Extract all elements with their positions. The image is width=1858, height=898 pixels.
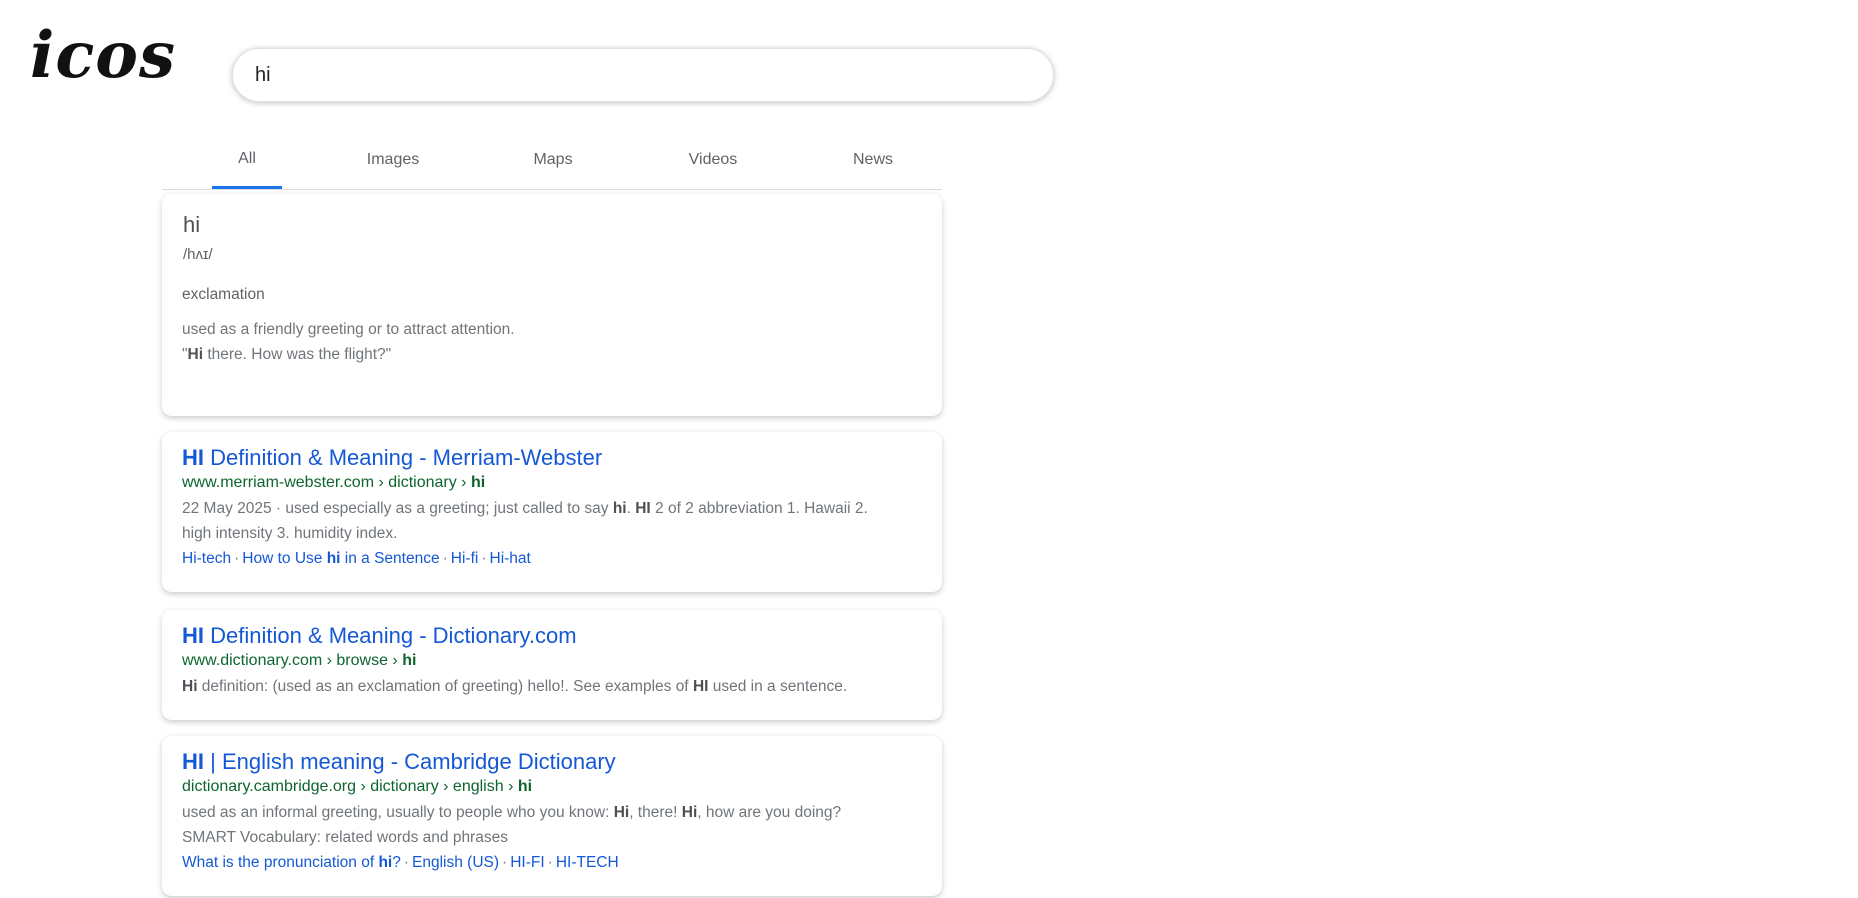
dictionary-phonetic: /hʌɪ/	[183, 246, 213, 263]
dictionary-example: "Hi there. How was the flight?"	[182, 346, 392, 363]
result-title-link[interactable]: HI Definition & Meaning - Dictionary.com	[182, 622, 922, 650]
dictionary-part-of-speech: exclamation	[182, 286, 265, 303]
site-logo[interactable]: icos	[30, 16, 176, 96]
search-bar[interactable]	[232, 48, 1054, 102]
sitelink[interactable]: English (US)	[412, 854, 499, 871]
search-tabs: All Images Maps Videos News	[162, 140, 942, 190]
sitelink[interactable]: Hi-tech	[182, 550, 231, 567]
result-sitelinks: Hi-tech · How to Use hi in a Sentence · Hi-f…	[182, 550, 531, 567]
result-url[interactable]: www.merriam-webster.com › dictionary › h…	[182, 472, 922, 494]
sitelink[interactable]: What is the pronunciation of hi?	[182, 854, 401, 871]
result-url[interactable]: dictionary.cambridge.org › dictionary › …	[182, 776, 922, 798]
tab-images[interactable]: Images	[358, 140, 428, 189]
result-snippet: 22 May 2025 · used especially as a greet…	[182, 500, 868, 542]
result-snippet: used as an informal greeting, usually to…	[182, 804, 842, 846]
sitelink[interactable]: HI-TECH	[556, 854, 619, 871]
result-snippet: Hi definition: (used as an exclamation o…	[182, 678, 848, 695]
sitelink[interactable]: How to Use hi in a Sentence	[242, 550, 439, 567]
sitelink[interactable]: HI-FI	[510, 854, 544, 871]
dictionary-card: hi /hʌɪ/ exclamation used as a friendly …	[162, 194, 942, 416]
search-result: HI Definition & Meaning - Merriam-Webste…	[162, 432, 942, 592]
result-title-link[interactable]: HI Definition & Meaning - Merriam-Webste…	[182, 444, 922, 472]
sitelink[interactable]: Hi-fi	[451, 550, 479, 567]
dictionary-definition: used as a friendly greeting or to attrac…	[182, 321, 515, 338]
result-sitelinks: What is the pronunciation of hi? · English…	[182, 854, 619, 871]
result-title-link[interactable]: HI | English meaning - Cambridge Diction…	[182, 748, 922, 776]
tab-all[interactable]: All	[212, 140, 282, 189]
tab-videos[interactable]: Videos	[680, 140, 746, 189]
sitelink[interactable]: Hi-hat	[490, 550, 531, 567]
search-input[interactable]	[253, 62, 1053, 88]
search-result: HI Definition & Meaning - Dictionary.com…	[162, 610, 942, 720]
tab-news[interactable]: News	[848, 140, 898, 189]
tab-maps[interactable]: Maps	[523, 140, 583, 189]
dictionary-word: hi	[183, 212, 201, 237]
search-result: HI | English meaning - Cambridge Diction…	[162, 736, 942, 896]
result-url[interactable]: www.dictionary.com › browse › hi	[182, 650, 922, 672]
